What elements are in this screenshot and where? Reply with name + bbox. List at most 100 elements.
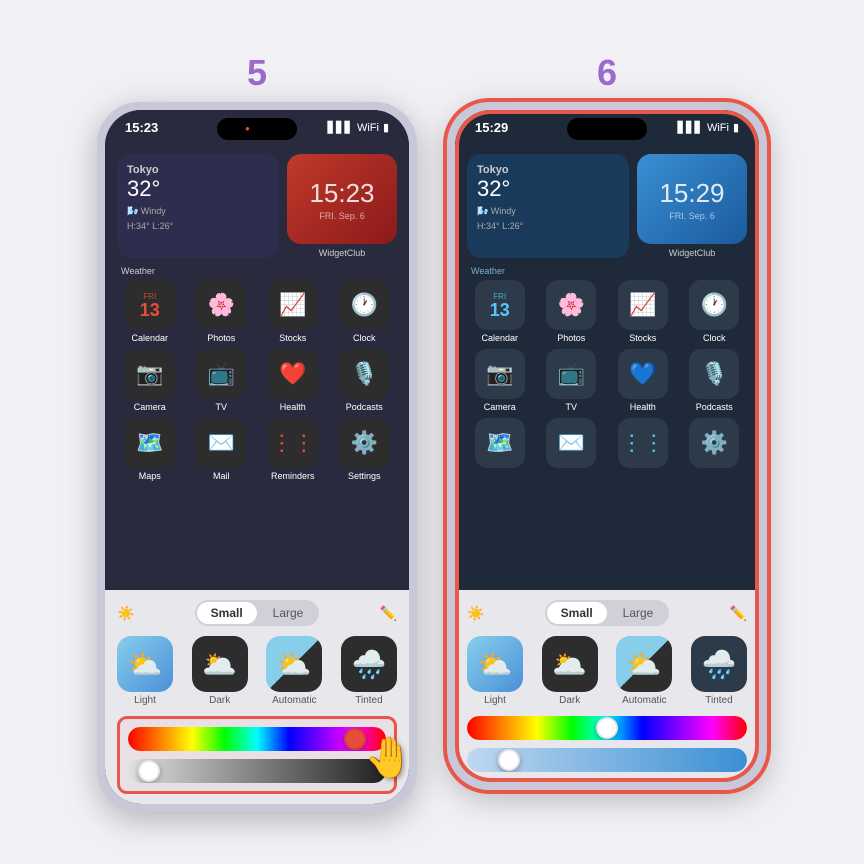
app-grid-row2-5: 📷 Camera 📺 TV ❤️ Health 🎙️ [117,349,397,412]
sliders-area-6 [467,716,747,772]
hue-slider-handle-5[interactable] [344,728,366,750]
size-selector-5: ☀️ Small Large ✏️ [117,600,397,626]
weather-city-6: Tokyo [477,164,619,176]
size-small-btn-5[interactable]: Small [197,602,257,624]
step-number-6: 6 [597,52,617,94]
stocks-icon-6: 📈 [618,280,668,330]
photos-icon-5: 🌸 [196,280,246,330]
battery-icon-5: ▮ [383,121,389,134]
style-auto-label-6: Automatic [622,695,666,706]
reminders-label-5: Reminders [271,471,315,481]
style-tinted-icon-5: 🌧️ [341,636,397,692]
hue-slider-6[interactable] [467,716,747,740]
style-light-label-6: Light [484,695,506,706]
health-label-5: Health [280,402,306,412]
phone-frame-6: 15:29 ▋▋▋ WiFi ▮ Tokyo 32° [447,102,767,790]
size-large-btn-6[interactable]: Large [609,602,668,624]
signal-icon-6: ▋▋▋ [678,121,703,134]
app-settings-5: ⚙️ Settings [332,418,398,481]
app-calendar-6: FRI 13 Calendar [467,280,533,343]
style-auto-label-5: Automatic [272,695,316,706]
style-automatic-5[interactable]: ⛅ Automatic [266,636,322,706]
wifi-icon-6: WiFi [707,122,729,134]
app-clock-5: 🕐 Clock [332,280,398,343]
clock-icon-6: 🕐 [689,280,739,330]
phone-section-5: 5 15:23 ● ▋▋▋ WiFi ▮ [97,52,417,812]
style-light-5[interactable]: ⛅ Light [117,636,173,706]
style-options-5: ⛅ Light 🌥️ Dark ⛅ Automatic 🌧️ [117,636,397,706]
style-light-icon-6: ⛅ [467,636,523,692]
wifi-icon-5: WiFi [357,122,379,134]
reminders-icon-5: ⋮⋮ [268,418,318,468]
app-photos-5: 🌸 Photos [189,280,255,343]
size-small-btn-6[interactable]: Small [547,602,607,624]
status-bar-5: 15:23 ● ▋▋▋ WiFi ▮ [105,110,409,139]
weather-widget-5: Tokyo 32° 🌬️ Windy H:34° L:26° [117,154,279,258]
hand-cursor-6: 🤚 [752,339,759,391]
app-podcasts-5: 🎙️ Podcasts [332,349,398,412]
camera-label-6: Camera [484,402,516,412]
hand-cursor-5: 🤚 [364,734,409,781]
hue-slider-handle-6[interactable] [596,717,618,739]
tv-icon-6: 📺 [546,349,596,399]
step-number-5: 5 [247,52,267,94]
size-buttons-6: Small Large [545,600,670,626]
stocks-label-5: Stocks [279,333,306,343]
style-dark-label-5: Dark [209,695,230,706]
weather-hl-6: H:34° L:26° [477,221,619,231]
podcasts-icon-6: 🎙️ [689,349,739,399]
style-tinted-6[interactable]: 🌧️ Tinted [691,636,747,706]
weather-city-5: Tokyo [127,164,269,176]
calendar-label-6: Calendar [481,333,518,343]
size-buttons-5: Small Large [195,600,320,626]
app-maps-6: 🗺️ [467,418,533,468]
style-light-6[interactable]: ⛅ Light [467,636,523,706]
eyedropper-icon-6[interactable]: ✏️ [730,605,747,622]
weather-label-5: Weather [121,266,155,276]
size-large-btn-5[interactable]: Large [259,602,318,624]
stocks-icon-5: 📈 [268,280,318,330]
podcasts-icon-5: 🎙️ [339,349,389,399]
style-tinted-icon-6: 🌧️ [691,636,747,692]
app-clock-6: 🕐 Clock [682,280,748,343]
style-dark-icon-5: 🌥️ [192,636,248,692]
settings-label-5: Settings [348,471,381,481]
maps-icon-5: 🗺️ [125,418,175,468]
clock-time-5: 15:23 [309,178,374,209]
style-dark-5[interactable]: 🌥️ Dark [192,636,248,706]
photos-label-5: Photos [207,333,235,343]
app-grid-row3-5: 🗺️ Maps ✉️ Mail ⋮⋮ Reminders ⚙️ [117,418,397,481]
reminders-icon-6: ⋮⋮ [618,418,668,468]
screen-content-6: Tokyo 32° 🌬️ Windy H:34° L:26° 15:29 FRI… [455,110,759,590]
sat-slider-handle-6[interactable] [498,749,520,771]
phone-inner-6: 15:29 ▋▋▋ WiFi ▮ Tokyo 32° [455,110,759,782]
style-tinted-5[interactable]: 🌧️ Tinted [341,636,397,706]
app-reminders-6: ⋮⋮ [610,418,676,468]
app-mail-6: ✉️ [539,418,605,468]
health-icon-6: 💙 [618,349,668,399]
app-podcasts-6: 🎙️ Podcasts [682,349,748,412]
stocks-label-6: Stocks [629,333,656,343]
app-mail-5: ✉️ Mail [189,418,255,481]
app-grid-row1-6: FRI 13 Calendar 🌸 Photos 📈 [467,280,747,343]
app-stocks-6: 📈 Stocks [610,280,676,343]
maps-label-5: Maps [139,471,161,481]
mail-label-5: Mail [213,471,230,481]
eyedropper-icon-5[interactable]: ✏️ [380,605,397,622]
sat-slider-handle-5[interactable] [138,760,160,782]
style-dark-6[interactable]: 🌥️ Dark [542,636,598,706]
app-calendar-5: FRI 13 Calendar [117,280,183,343]
phone-frame-5: 15:23 ● ▋▋▋ WiFi ▮ Tokyo [97,102,417,812]
hue-slider-5[interactable] [128,727,386,751]
sat-slider-5[interactable] [128,759,386,783]
app-tv-6: 📺 TV [539,349,605,412]
clock-widget-6: 15:29 FRI. Sep. 6 [637,154,747,244]
clock-icon-5: 🕐 [339,280,389,330]
sliders-area-5: 🤚 [117,716,397,794]
sat-slider-6[interactable] [467,748,747,772]
podcasts-label-5: Podcasts [346,402,383,412]
dynamic-island-6 [567,118,647,140]
tv-label-5: TV [215,402,227,412]
style-automatic-6[interactable]: ⛅ Automatic [616,636,672,706]
signal-icon-5: ▋▋▋ [328,121,353,134]
